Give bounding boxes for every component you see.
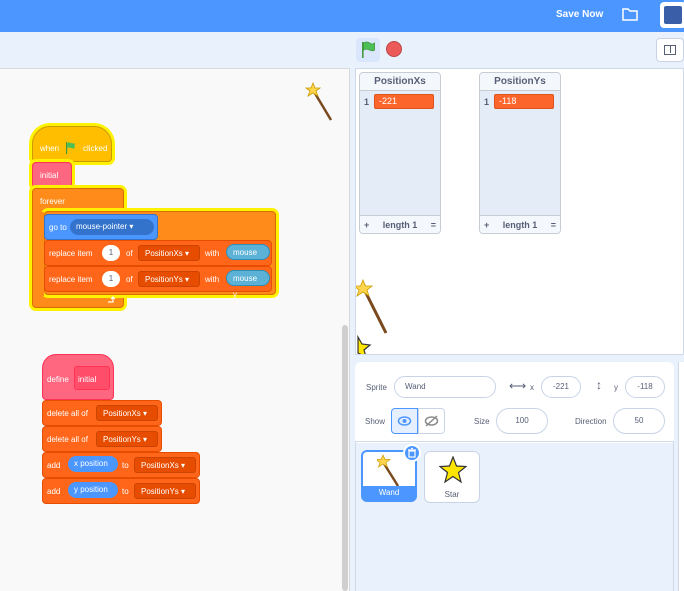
eye-icon bbox=[397, 416, 412, 426]
x-label: x bbox=[530, 383, 534, 392]
item-index-input[interactable]: 1 bbox=[102, 271, 120, 287]
add-label: add bbox=[47, 487, 61, 496]
wand-thumbnail-icon bbox=[377, 454, 400, 487]
of-label: of bbox=[126, 275, 133, 284]
go-to-target-label: mouse-pointer bbox=[76, 222, 128, 231]
initial-call-label: initial bbox=[40, 171, 59, 180]
to-label: to bbox=[122, 461, 129, 470]
item-index-input[interactable]: 1 bbox=[102, 245, 120, 261]
resize-handle[interactable]: = bbox=[551, 220, 556, 230]
size-label: Size bbox=[474, 417, 490, 426]
forever-arm bbox=[35, 212, 44, 296]
delete-all-label: delete all of bbox=[47, 435, 88, 444]
direction-input[interactable]: 50 bbox=[613, 408, 665, 434]
clicked-label: clicked bbox=[83, 144, 108, 153]
list-footer: + length 1 = bbox=[360, 215, 440, 233]
show-sprite-button[interactable] bbox=[391, 408, 418, 434]
layout-icon bbox=[664, 45, 676, 55]
resize-handle[interactable]: = bbox=[431, 220, 436, 230]
forever-label: forever bbox=[40, 197, 65, 206]
green-flag-icon bbox=[362, 41, 375, 58]
list-footer: + length 1 = bbox=[480, 215, 560, 233]
x-input[interactable]: -221 bbox=[541, 376, 581, 398]
list-title: PositionYs bbox=[480, 73, 560, 91]
y-input[interactable]: -118 bbox=[625, 376, 665, 398]
add-list-x-dropdown[interactable]: PositionXs ▾ bbox=[134, 457, 196, 473]
mouse-x-reporter[interactable]: mouse x bbox=[226, 244, 270, 273]
y-label: y bbox=[614, 383, 618, 392]
list-x-dropdown[interactable]: PositionXs ▾ bbox=[138, 245, 200, 261]
code-scrollbar[interactable] bbox=[342, 325, 348, 591]
list-y-dropdown[interactable]: PositionYs ▾ bbox=[138, 271, 200, 287]
list-item-value[interactable]: -221 bbox=[374, 94, 434, 109]
list-x-name: PositionXs bbox=[103, 409, 141, 418]
list-monitor-positionxs[interactable]: PositionXs 1 -221 + length 1 = bbox=[359, 72, 441, 234]
sprite-thumb-star[interactable]: Star bbox=[424, 451, 480, 503]
define-label: define bbox=[47, 375, 69, 384]
stop-button[interactable] bbox=[386, 41, 402, 57]
add-item-button[interactable]: + bbox=[364, 220, 369, 230]
list-y-name: PositionYs bbox=[103, 435, 141, 444]
to-label: to bbox=[122, 487, 129, 496]
go-to-target-dropdown[interactable]: mouse-pointer ▾ bbox=[70, 219, 154, 235]
with-label: with bbox=[205, 275, 220, 284]
add-label: add bbox=[47, 461, 61, 470]
list-y-name: PositionYs bbox=[141, 487, 179, 496]
stage-target-strip bbox=[678, 362, 684, 591]
loop-arrow-icon bbox=[108, 296, 116, 303]
list-title: PositionXs bbox=[360, 73, 440, 91]
list-length: length 1 bbox=[382, 219, 418, 230]
green-flag-button[interactable] bbox=[356, 38, 380, 62]
list-item-value[interactable]: -118 bbox=[494, 94, 554, 109]
wand-sprite[interactable] bbox=[356, 279, 390, 337]
list-x-name: PositionXs bbox=[145, 249, 183, 258]
define-name-label: initial bbox=[78, 375, 97, 384]
delete-all-label: delete all of bbox=[47, 409, 88, 418]
delete-list-y-dropdown[interactable]: PositionYs ▾ bbox=[96, 431, 158, 447]
eye-hidden-icon bbox=[424, 415, 439, 427]
list-row: 1 -118 bbox=[484, 94, 554, 109]
list-index: 1 bbox=[484, 96, 490, 107]
sprite-name: Wand bbox=[363, 486, 415, 500]
small-stage-button[interactable] bbox=[656, 38, 684, 62]
go-to-label: go to bbox=[49, 223, 67, 232]
delete-list-x-dropdown[interactable]: PositionXs ▾ bbox=[96, 405, 158, 421]
sprite-name: Star bbox=[444, 490, 460, 499]
with-label: with bbox=[205, 249, 220, 258]
trash-icon bbox=[408, 447, 416, 458]
show-label: Show bbox=[365, 417, 386, 426]
replace-item-label: replace item bbox=[49, 249, 93, 258]
list-monitor-positionys[interactable]: PositionYs 1 -118 + length 1 = bbox=[479, 72, 561, 234]
y-arrows-icon: ↕ bbox=[596, 378, 602, 392]
save-now-button[interactable]: Save Now bbox=[556, 9, 603, 20]
y-position-reporter[interactable]: y position bbox=[68, 482, 118, 498]
list-x-name: PositionXs bbox=[141, 461, 179, 470]
sprite-label: Sprite bbox=[366, 383, 387, 392]
add-list-y-dropdown[interactable]: PositionYs ▾ bbox=[134, 483, 196, 499]
list-y-name: PositionYs bbox=[145, 275, 183, 284]
when-label: when bbox=[40, 144, 60, 153]
green-flag-icon bbox=[66, 142, 75, 154]
of-label: of bbox=[126, 249, 133, 258]
list-index: 1 bbox=[364, 96, 370, 107]
account-avatar[interactable] bbox=[660, 2, 684, 28]
add-item-button[interactable]: + bbox=[484, 220, 489, 230]
direction-label: Direction bbox=[575, 417, 607, 426]
stage[interactable]: PositionXs 1 -221 + length 1 = PositionY… bbox=[355, 68, 684, 355]
list-length: length 1 bbox=[502, 219, 538, 230]
wand-cursor-icon bbox=[305, 82, 333, 121]
star-thumbnail-icon bbox=[439, 456, 467, 484]
sprite-name-input[interactable]: Wand bbox=[394, 376, 496, 398]
replace-item-label: replace item bbox=[49, 275, 93, 284]
x-position-reporter[interactable]: x position bbox=[68, 456, 118, 472]
star-sprite[interactable] bbox=[356, 335, 376, 355]
x-arrows-icon: ⟷ bbox=[509, 379, 527, 393]
delete-sprite-button[interactable] bbox=[403, 444, 421, 462]
size-input[interactable]: 100 bbox=[496, 408, 548, 434]
list-row: 1 -221 bbox=[364, 94, 434, 109]
folder-icon[interactable] bbox=[622, 7, 638, 21]
hide-sprite-button[interactable] bbox=[418, 408, 445, 434]
mouse-y-reporter[interactable]: mouse y bbox=[226, 270, 270, 299]
